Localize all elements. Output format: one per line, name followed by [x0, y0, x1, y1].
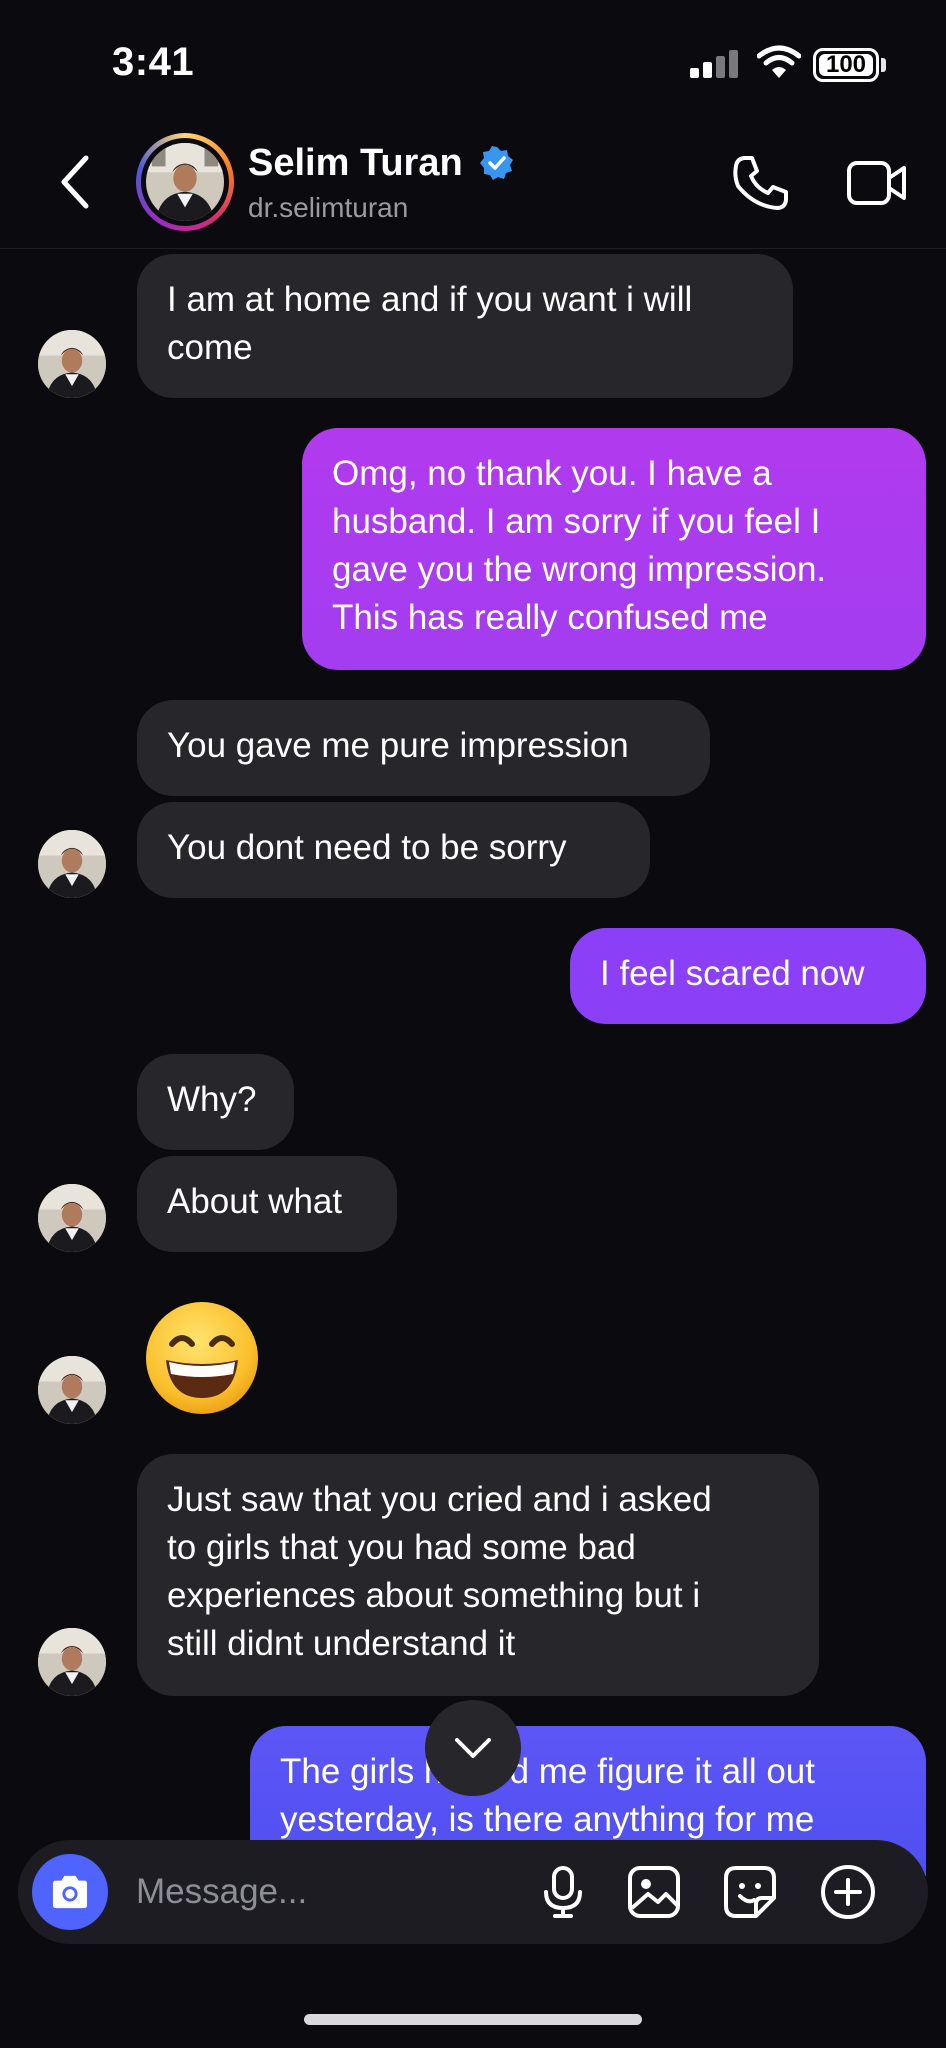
- message-line: to girls that you had some bad: [167, 1528, 636, 1567]
- outgoing-message[interactable]: I feel scared now: [570, 928, 926, 1024]
- message-line: Omg, no thank you. I have a: [332, 454, 772, 493]
- message-text: You gave me pure impression: [167, 726, 629, 765]
- incoming-message[interactable]: Just saw that you cried and i asked to g…: [137, 1454, 819, 1696]
- sender-avatar[interactable]: [38, 1628, 106, 1696]
- cellular-signal-icon: [690, 50, 740, 78]
- battery-tip: [881, 58, 886, 72]
- message-line: gave you the wrong impression.: [332, 550, 827, 589]
- message-input[interactable]: [136, 1864, 496, 1920]
- incoming-message[interactable]: About what: [137, 1156, 397, 1252]
- message-text: You dont need to be sorry: [167, 828, 567, 867]
- message-line: husband. I am sorry if you feel I: [332, 502, 821, 541]
- message-line: yesterday, is there anything for me: [280, 1800, 815, 1839]
- header-divider: [0, 248, 946, 249]
- incoming-message[interactable]: I am at home and if you want i will come: [137, 254, 793, 398]
- camera-icon: [52, 1875, 88, 1909]
- sender-avatar[interactable]: [38, 830, 106, 898]
- sender-avatar[interactable]: [38, 1356, 106, 1424]
- status-time: 3:41: [112, 40, 195, 84]
- message-line: This has really confused me: [332, 598, 768, 637]
- message-line: still didnt understand it: [167, 1624, 516, 1663]
- message-line: experiences about something but i: [167, 1576, 701, 1615]
- image-icon[interactable]: [624, 1862, 684, 1922]
- sender-avatar[interactable]: [38, 330, 106, 398]
- sender-avatar[interactable]: [38, 1184, 106, 1252]
- sticker-icon[interactable]: [720, 1862, 780, 1922]
- chevron-down-icon: [455, 1738, 491, 1758]
- grinning-face-emoji[interactable]: [142, 1298, 262, 1418]
- plus-circle-icon[interactable]: [818, 1862, 878, 1922]
- message-line: The girls helped me figure it all out: [280, 1752, 815, 1791]
- contact-name[interactable]: Selim Turan: [248, 142, 463, 185]
- camera-button[interactable]: [32, 1854, 108, 1930]
- incoming-message[interactable]: You dont need to be sorry: [137, 802, 650, 898]
- message-line: I am at home and if you want i will: [167, 280, 693, 319]
- battery-level: 100: [825, 51, 867, 78]
- battery-icon: 100: [813, 48, 879, 82]
- message-line: Just saw that you cried and i asked: [167, 1480, 712, 1519]
- message-text: I feel scared now: [600, 954, 865, 993]
- incoming-message[interactable]: You gave me pure impression: [137, 700, 710, 796]
- chevron-left-icon[interactable]: [56, 152, 96, 212]
- avatar-photo: [146, 143, 224, 221]
- home-indicator: [304, 2014, 642, 2025]
- microphone-icon[interactable]: [533, 1862, 593, 1922]
- phone-icon[interactable]: [730, 152, 792, 214]
- verified-badge-icon: [480, 146, 513, 180]
- message-text: Why?: [167, 1080, 257, 1119]
- video-camera-icon[interactable]: [846, 156, 908, 210]
- wifi-icon: [757, 45, 801, 78]
- message-text: About what: [167, 1182, 343, 1221]
- incoming-message[interactable]: Why?: [137, 1054, 294, 1150]
- contact-handle[interactable]: dr.selimturan: [248, 192, 408, 224]
- message-line: come: [167, 328, 253, 367]
- contact-avatar[interactable]: [136, 133, 234, 231]
- scroll-to-bottom-button[interactable]: [425, 1700, 521, 1796]
- outgoing-message[interactable]: Omg, no thank you. I have a husband. I a…: [302, 428, 926, 670]
